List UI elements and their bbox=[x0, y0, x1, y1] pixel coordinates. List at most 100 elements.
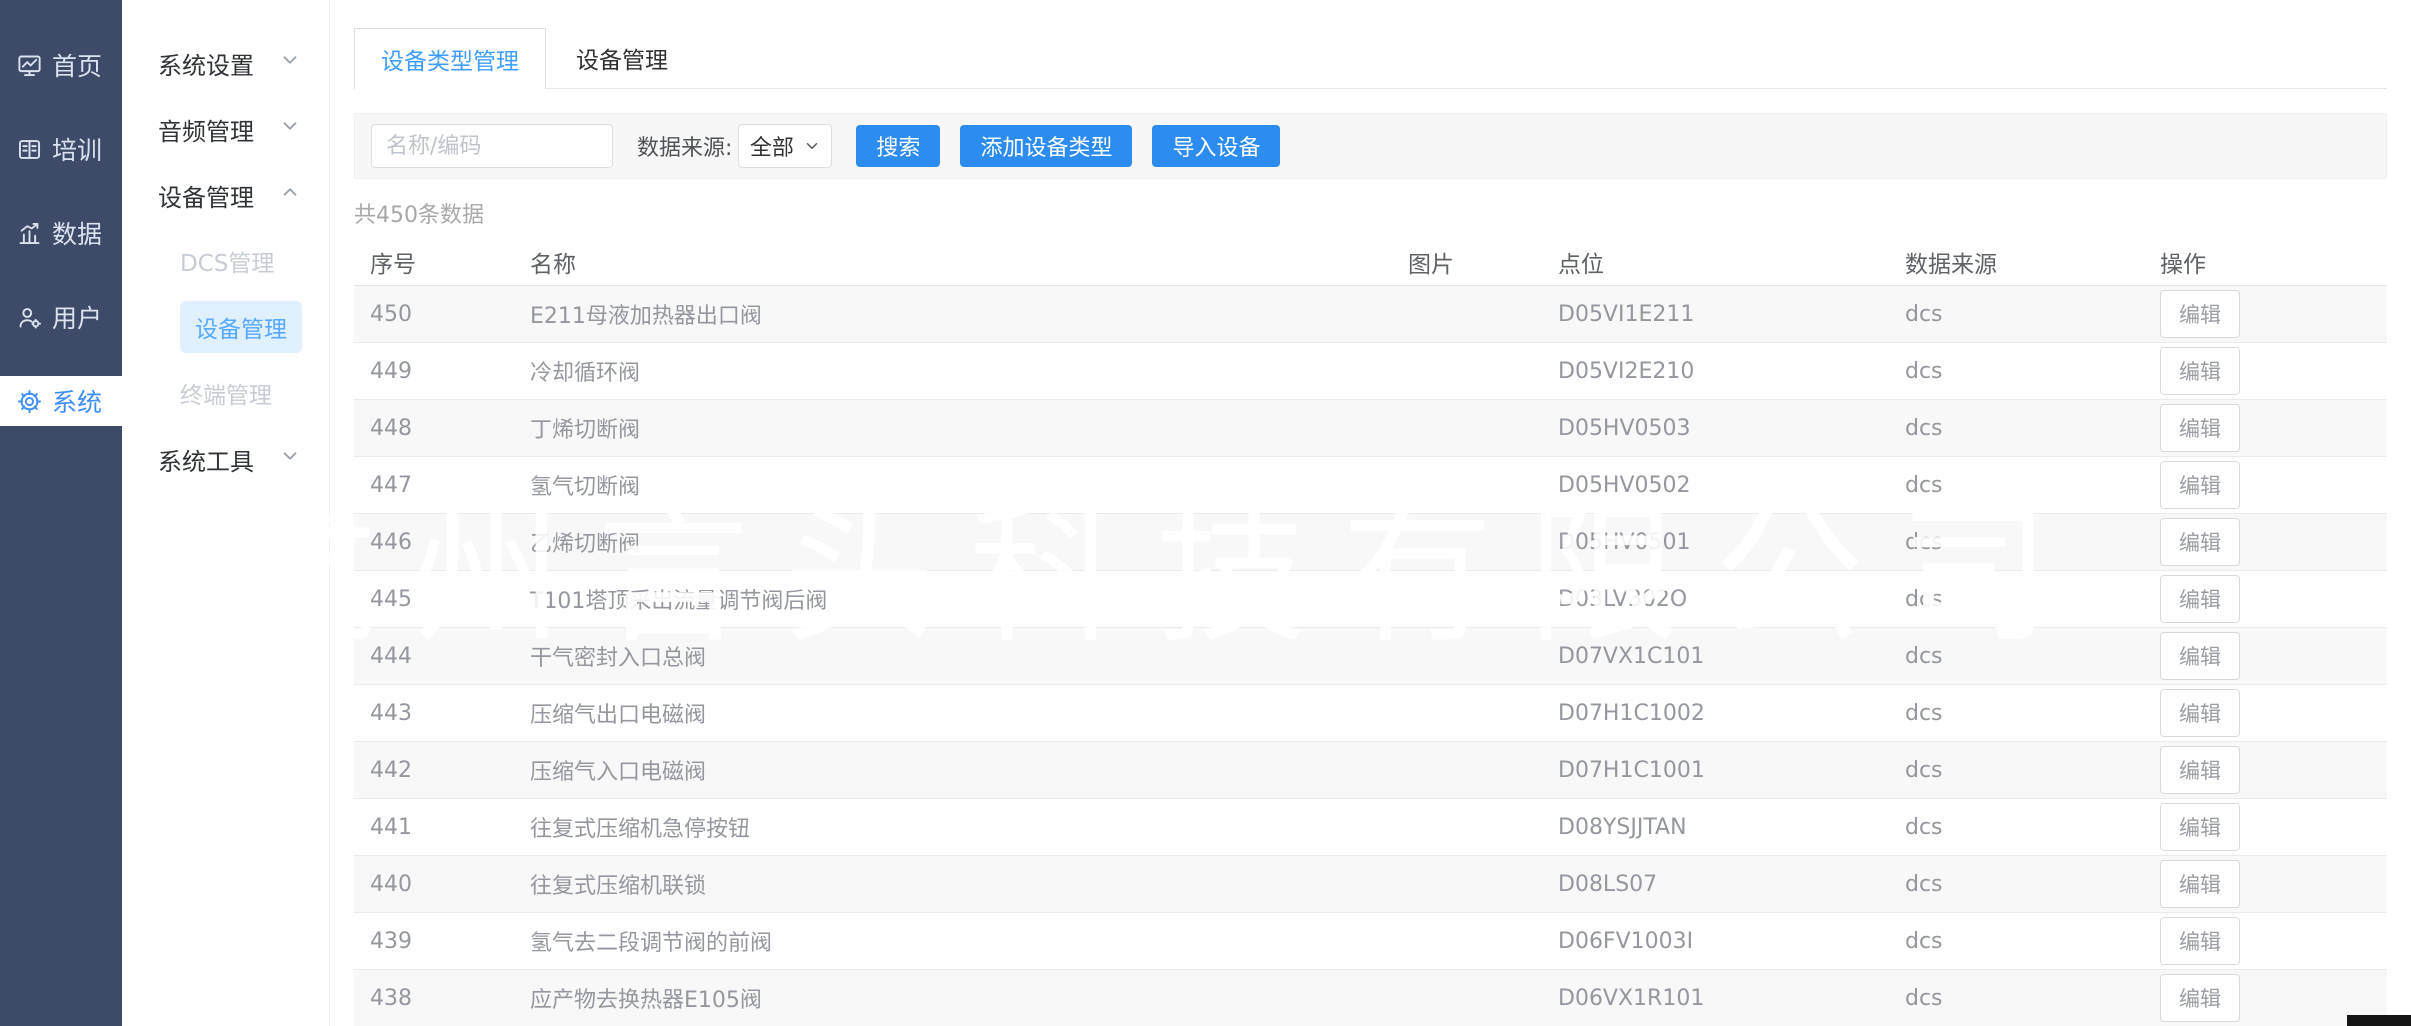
sidebar-item-data[interactable]: 数据 bbox=[0, 208, 122, 258]
edit-button[interactable]: 编辑 bbox=[2160, 860, 2240, 908]
cell-actions: 编辑 bbox=[2144, 746, 2387, 794]
chevron-down-icon bbox=[803, 137, 821, 155]
sidebar-item-training[interactable]: 培训 bbox=[0, 124, 122, 174]
menu-item-system-tools[interactable]: 系统工具 bbox=[122, 426, 329, 492]
sidebar-item-label: 系统 bbox=[52, 383, 102, 419]
data-source-select[interactable]: 全部 bbox=[738, 124, 832, 168]
cell-name: 氢气去二段调节阀的前阀 bbox=[514, 925, 1392, 957]
cell-name: 往复式压缩机联锁 bbox=[514, 868, 1392, 900]
table-row: 439氢气去二段调节阀的前阀D06FV1003Idcs编辑 bbox=[354, 913, 2387, 970]
cell-actions: 编辑 bbox=[2144, 461, 2387, 509]
tab-device-type-management[interactable]: 设备类型管理 bbox=[354, 28, 546, 89]
column-header-source: 数据来源 bbox=[1889, 245, 2144, 279]
search-toolbar: 数据来源: 全部 搜索 添加设备类型 导入设备 bbox=[354, 113, 2387, 179]
data-icon bbox=[16, 220, 43, 247]
cell-name: 压缩气入口电磁阀 bbox=[514, 754, 1392, 786]
cell-name: T101塔顶采出流量调节阀后阀 bbox=[514, 583, 1392, 615]
cell-source: dcs bbox=[1889, 986, 2144, 1011]
submenu-item-terminal[interactable]: 终端管理 bbox=[122, 360, 329, 426]
edit-button[interactable]: 编辑 bbox=[2160, 518, 2240, 566]
edit-button[interactable]: 编辑 bbox=[2160, 632, 2240, 680]
edit-button[interactable]: 编辑 bbox=[2160, 290, 2240, 338]
menu-item-audio-management[interactable]: 音频管理 bbox=[122, 96, 329, 162]
table-row: 444干气密封入口总阀 D07VX1C101dcs 编辑 bbox=[354, 628, 2387, 685]
menu-item-device-management[interactable]: 设备管理 bbox=[122, 162, 329, 228]
sidebar-item-users[interactable]: 用户 bbox=[0, 292, 122, 342]
edit-button[interactable]: 编辑 bbox=[2160, 404, 2240, 452]
edit-button[interactable]: 编辑 bbox=[2160, 746, 2240, 794]
cell-source: dcs bbox=[1889, 416, 2144, 441]
cell-index: 438 bbox=[354, 986, 514, 1011]
cell-source: dcs bbox=[1889, 644, 2144, 669]
cell-point: D07H1C1001 bbox=[1542, 758, 1889, 783]
table-row: 445T101塔顶采出流量调节阀后阀D03LV302Odcs编辑 bbox=[354, 571, 2387, 628]
sidebar-item-system[interactable]: 系统 bbox=[0, 376, 122, 426]
search-input[interactable] bbox=[371, 124, 613, 168]
table-row: 438应产物去换热器E105阀D06VX1R101dcs编辑 bbox=[354, 970, 2387, 1026]
submenu-item-label-active: 设备管理 bbox=[180, 301, 302, 353]
table-row: 450E211母液加热器出口阀D05VI1E211dcs编辑 bbox=[354, 286, 2387, 343]
tab-bar: 设备类型管理 设备管理 bbox=[354, 28, 2387, 89]
sidebar-item-label: 用户 bbox=[52, 299, 102, 335]
table-row: 448丁烯切断阀 D05HV0503dcs 编辑 bbox=[354, 400, 2387, 457]
cell-source: dcs bbox=[1889, 473, 2144, 498]
import-device-button[interactable]: 导入设备 bbox=[1152, 125, 1280, 167]
main-content: 设备类型管理 设备管理 数据来源: 全部 搜索 添加设备类型 导入设备 共450… bbox=[330, 0, 2411, 1026]
sidebar-item-label: 培训 bbox=[52, 131, 102, 167]
column-header-point: 点位 bbox=[1542, 245, 1889, 279]
home-icon bbox=[16, 52, 43, 79]
cell-name: 丁烯切断阀 bbox=[514, 412, 1392, 444]
chevron-down-icon bbox=[279, 49, 301, 77]
cell-index: 442 bbox=[354, 758, 514, 783]
cell-point: D05VI1E211 bbox=[1542, 302, 1889, 327]
cell-source: dcs bbox=[1889, 302, 2144, 327]
chevron-down-icon bbox=[279, 115, 301, 143]
cell-point: D05HV0503 bbox=[1542, 416, 1889, 441]
cell-index: 444 bbox=[354, 644, 514, 669]
search-button[interactable]: 搜索 bbox=[856, 125, 940, 167]
column-header-name: 名称 bbox=[514, 245, 1392, 279]
menu-item-label: 系统设置 bbox=[158, 46, 254, 81]
edit-button[interactable]: 编辑 bbox=[2160, 461, 2240, 509]
cell-point: D06FV1003I bbox=[1542, 929, 1889, 954]
edit-button[interactable]: 编辑 bbox=[2160, 803, 2240, 851]
submenu-item-device[interactable]: 设备管理 bbox=[122, 294, 329, 360]
corner-widget bbox=[2347, 1015, 2411, 1026]
cell-point: D05VI2E210 bbox=[1542, 359, 1889, 384]
cell-source: dcs bbox=[1889, 359, 2144, 384]
cell-point: D07H1C1002 bbox=[1542, 701, 1889, 726]
menu-item-label: 系统工具 bbox=[158, 442, 254, 477]
submenu-device-management: DCS管理 设备管理 终端管理 bbox=[122, 228, 329, 426]
add-device-type-button[interactable]: 添加设备类型 bbox=[960, 125, 1132, 167]
cell-index: 447 bbox=[354, 473, 514, 498]
cell-index: 448 bbox=[354, 416, 514, 441]
system-icon bbox=[16, 388, 43, 415]
cell-point: D07VX1C101 bbox=[1542, 644, 1889, 669]
edit-button[interactable]: 编辑 bbox=[2160, 689, 2240, 737]
cell-actions: 编辑 bbox=[2144, 689, 2387, 737]
menu-item-label: 设备管理 bbox=[158, 178, 254, 213]
edit-button[interactable]: 编辑 bbox=[2160, 575, 2240, 623]
sidebar-item-home[interactable]: 首页 bbox=[0, 40, 122, 90]
column-header-image: 图片 bbox=[1392, 245, 1542, 279]
submenu-item-label: DCS管理 bbox=[180, 244, 274, 278]
menu-item-system-settings[interactable]: 系统设置 bbox=[122, 30, 329, 96]
cell-source: dcs bbox=[1889, 929, 2144, 954]
edit-button[interactable]: 编辑 bbox=[2160, 347, 2240, 395]
users-icon bbox=[16, 304, 43, 331]
submenu-item-dcs[interactable]: DCS管理 bbox=[122, 228, 329, 294]
sidebar-item-label: 数据 bbox=[52, 215, 102, 251]
cell-source: dcs bbox=[1889, 872, 2144, 897]
table-row: 440往复式压缩机联锁D08LS07dcs编辑 bbox=[354, 856, 2387, 913]
table-row: 441往复式压缩机急停按钮D08YSJJTANdcs编辑 bbox=[354, 799, 2387, 856]
cell-name: 干气密封入口总阀 bbox=[514, 640, 1392, 672]
cell-actions: 编辑 bbox=[2144, 917, 2387, 965]
tab-device-management[interactable]: 设备管理 bbox=[546, 28, 698, 88]
table-row: 443压缩气出口电磁阀D07H1C1002dcs编辑 bbox=[354, 685, 2387, 742]
cell-actions: 编辑 bbox=[2144, 404, 2387, 452]
edit-button[interactable]: 编辑 bbox=[2160, 917, 2240, 965]
cell-name: 冷却循环阀 bbox=[514, 355, 1392, 387]
cell-name: 应产物去换热器E105阀 bbox=[514, 982, 1392, 1014]
edit-button[interactable]: 编辑 bbox=[2160, 974, 2240, 1022]
training-icon bbox=[16, 136, 43, 163]
